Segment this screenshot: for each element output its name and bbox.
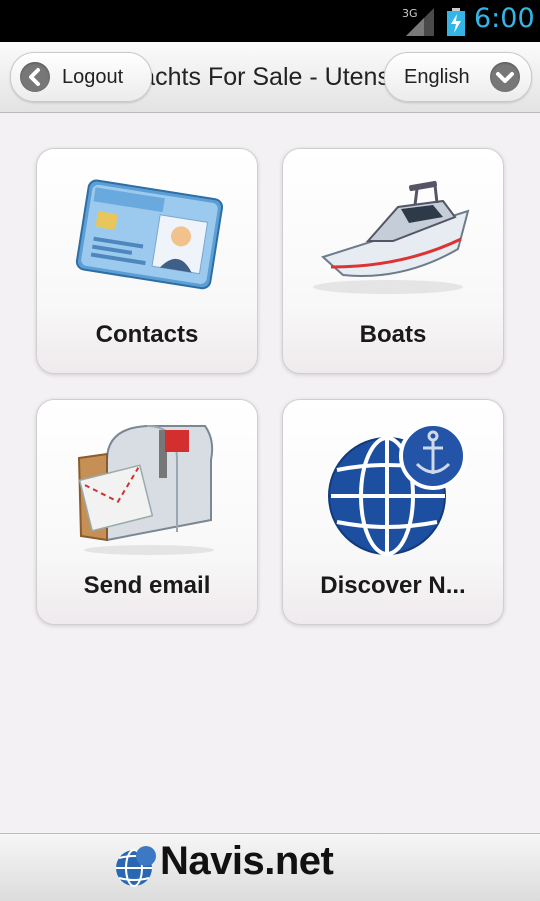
globe-icon <box>116 846 156 887</box>
logout-label: Logout <box>62 66 124 88</box>
tile-label: Contacts <box>95 321 199 348</box>
chevron-down-icon <box>490 62 520 92</box>
back-arrow-icon <box>20 62 50 92</box>
language-label: English <box>404 66 470 88</box>
boats-tile[interactable]: Boats <box>282 148 504 374</box>
tile-label: Discover N... <box>320 572 466 599</box>
mailbox-icon <box>77 425 214 555</box>
discover-tile[interactable]: Discover N... <box>282 399 504 625</box>
brand-logo: Navis.net <box>160 839 334 883</box>
tile-label: Boats <box>359 321 427 348</box>
footer: Navis.net <box>0 833 540 901</box>
send-email-tile[interactable]: Send email <box>36 399 258 625</box>
identity-card-icon <box>75 179 224 290</box>
clock: 6:00 <box>474 3 535 34</box>
language-select[interactable]: English <box>384 52 532 102</box>
header-bar: Yachts For Sale - Utensils Logout Englis… <box>0 42 540 113</box>
boat-icon <box>313 180 470 294</box>
contacts-tile[interactable]: Contacts <box>36 148 258 374</box>
status-bar: 3G 6:00 <box>0 0 540 42</box>
signal-icon <box>406 8 434 36</box>
globe-anchor-icon <box>328 422 467 556</box>
battery-icon <box>447 8 465 36</box>
tile-label: Send email <box>83 572 211 599</box>
logout-button[interactable]: Logout <box>10 52 152 102</box>
